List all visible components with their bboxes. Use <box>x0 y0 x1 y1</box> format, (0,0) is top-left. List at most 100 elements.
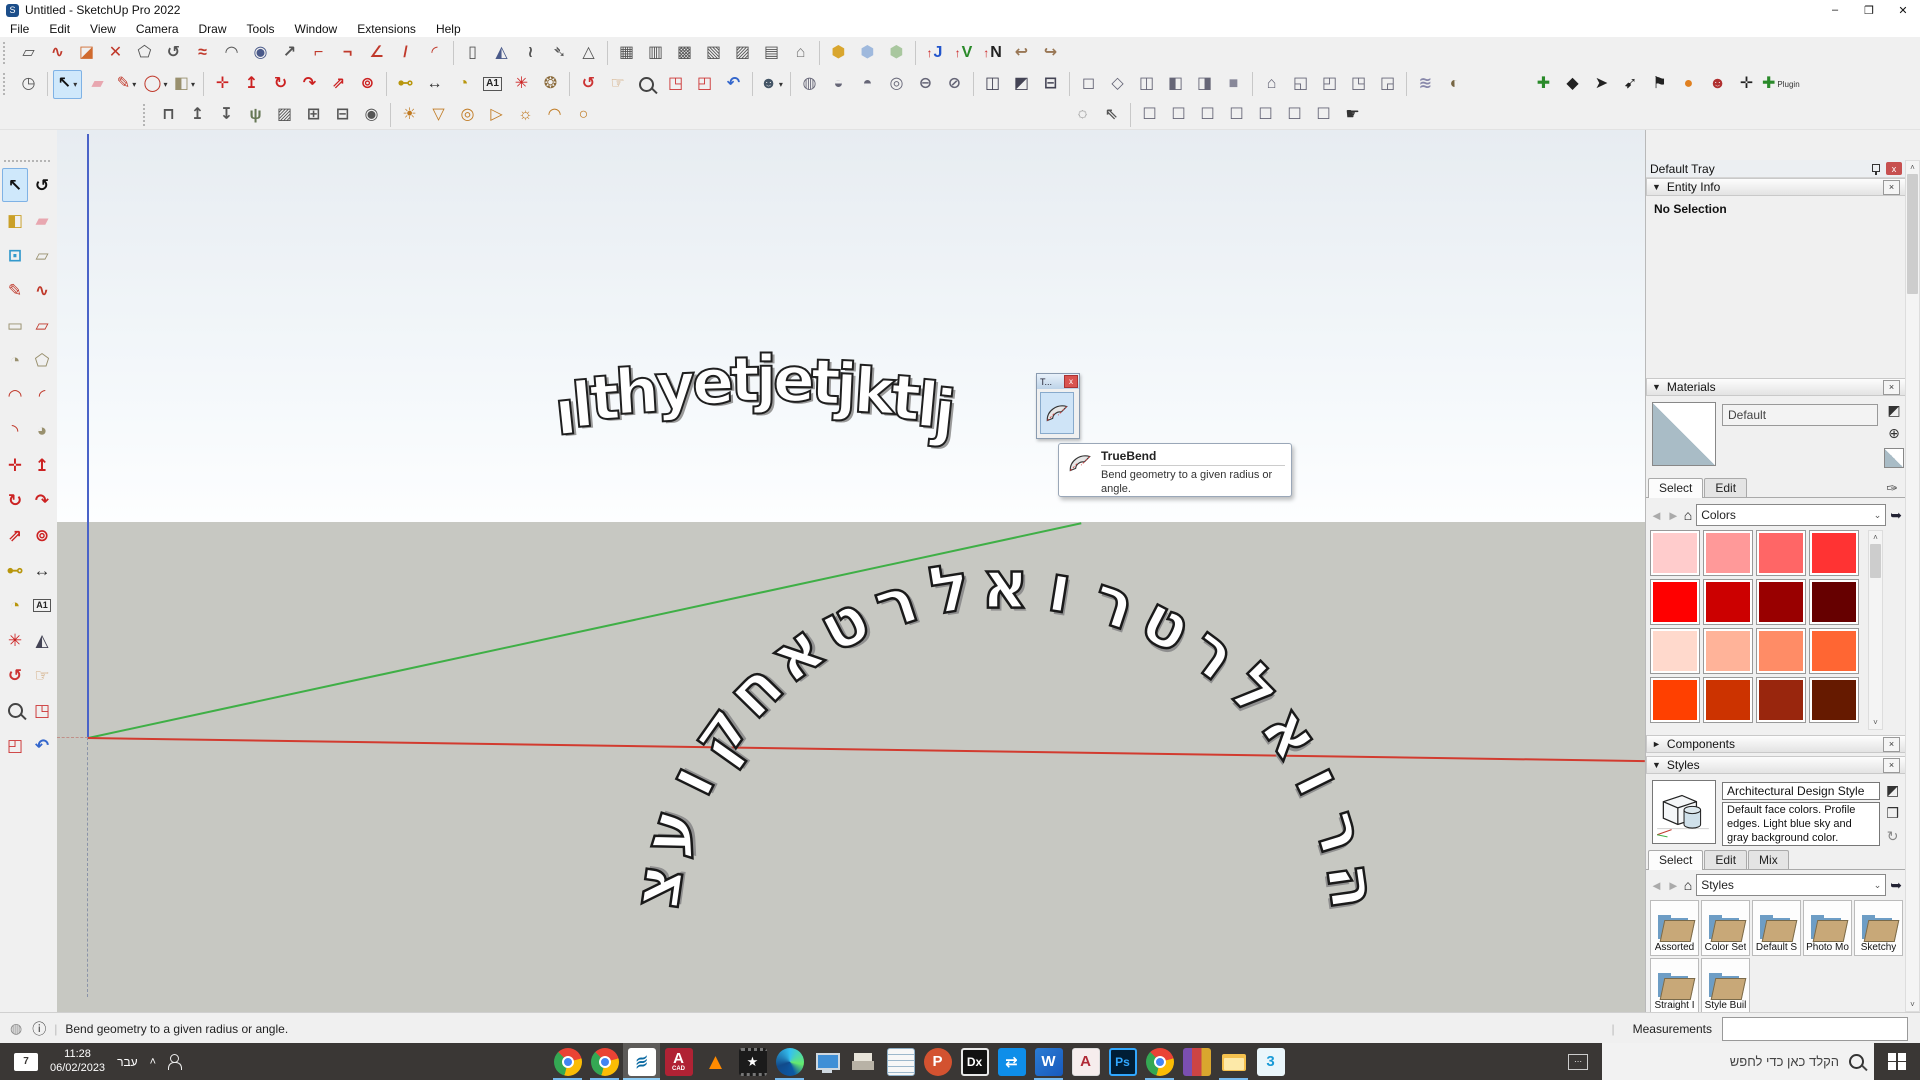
taskbar-app-file-explorer[interactable] <box>1215 1043 1252 1080</box>
styles-close-icon[interactable]: × <box>1883 758 1900 773</box>
color-swatch[interactable] <box>1809 579 1859 625</box>
taskbar-app-3ds-max[interactable]: 3 <box>1252 1043 1289 1080</box>
component-down-icon[interactable]: ↧ <box>213 101 240 128</box>
circle-select-icon[interactable]: ◌ <box>1069 101 1096 128</box>
style-monochrome-icon[interactable]: ■ <box>1220 71 1247 98</box>
viewport-3d[interactable]: ılthyetjetjktlj צעוקחאטרלאורטרלאורה T...… <box>57 130 1645 1012</box>
pin-icon[interactable] <box>1871 164 1880 173</box>
taskbar-app-edge[interactable] <box>771 1043 808 1080</box>
curve-points-icon[interactable]: ∿ <box>44 39 71 66</box>
color-swatch[interactable] <box>1756 579 1806 625</box>
circle-tool-icon[interactable]: ◔ <box>2 343 28 377</box>
fog-toggle-icon[interactable]: ≋ <box>1412 71 1439 98</box>
axes-tool-icon[interactable]: ✳ <box>2 623 28 657</box>
tray-title-bar[interactable]: Default Tray x <box>1646 160 1906 178</box>
taskbar-app-video-editor[interactable]: ★ <box>734 1043 771 1080</box>
collapse-arrow-icon[interactable]: ▼ <box>1652 382 1661 392</box>
taskbar-app-this-pc[interactable] <box>808 1043 845 1080</box>
taskbar-app-word[interactable]: W <box>1030 1043 1067 1080</box>
color-swatch[interactable] <box>1809 677 1859 723</box>
sign-in-icon[interactable]: ☻▾ <box>758 71 785 98</box>
bend-up-icon[interactable]: ↪ <box>1037 39 1064 66</box>
menu-tools[interactable]: Tools <box>237 22 285 36</box>
arrow-tool-icon[interactable]: ➤ <box>1588 71 1615 98</box>
wave-tool-icon[interactable]: ≀ <box>517 39 544 66</box>
solid-subtract-icon[interactable]: ◒ <box>825 71 852 98</box>
section-display-icon[interactable]: ◩ <box>1008 71 1035 98</box>
sphere-pin-icon[interactable]: ◉ <box>247 39 274 66</box>
tray-scrollbar[interactable]: ˄ ˅ <box>1905 160 1920 1012</box>
entity-info-header[interactable]: ▼ Entity Info × <box>1646 178 1906 196</box>
view-back-icon[interactable]: ◲ <box>1374 71 1401 98</box>
model-info-clock-icon[interactable]: ◷ <box>15 71 42 98</box>
protractor-tool-icon[interactable]: ◔ <box>450 71 477 98</box>
pan-tool-icon[interactable]: ☞ <box>604 71 631 98</box>
axes-tool-icon[interactable]: ✳ <box>508 71 535 98</box>
push-pull-tool-icon[interactable]: ↥ <box>29 448 55 482</box>
hatch-forward-icon[interactable]: ▨ <box>729 39 756 66</box>
lasso-tool-icon[interactable]: ↺ <box>29 168 55 202</box>
style-xray-icon[interactable]: ◻ <box>1075 71 1102 98</box>
materials-close-icon[interactable]: × <box>1883 380 1900 395</box>
style-folder[interactable]: Photo Mo <box>1803 900 1852 956</box>
color-swatch[interactable] <box>1703 677 1753 723</box>
funnel-tool-icon[interactable]: ▽ <box>425 101 452 128</box>
grid-window-icon[interactable]: ⊞ <box>300 101 327 128</box>
select-tool-icon[interactable]: ↖▾ <box>53 70 82 99</box>
box-style-4-icon[interactable]: ☐ <box>1223 101 1250 128</box>
fillet-corner-icon[interactable]: ¬ <box>334 39 361 66</box>
paint-wheel-icon[interactable]: ❂ <box>537 71 564 98</box>
language-indicator[interactable]: עבר <box>117 1055 138 1069</box>
rotate-tool-icon[interactable]: ↻ <box>2 483 28 517</box>
collapse-arrow-icon[interactable]: ▼ <box>1652 760 1661 770</box>
previous-view-icon[interactable]: ↶ <box>720 71 747 98</box>
person-scale-icon[interactable]: ☻ <box>1704 71 1731 98</box>
tab-select[interactable]: Select <box>1648 478 1703 498</box>
import-j-icon[interactable]: ↑J <box>921 39 948 66</box>
taskbar-app-chrome-3[interactable] <box>1141 1043 1178 1080</box>
color-swatch[interactable] <box>1703 530 1753 576</box>
frame-window-icon[interactable]: ⊟ <box>329 101 356 128</box>
refresh-icon[interactable]: ↻ <box>1887 828 1899 845</box>
view-right-icon[interactable]: ◳ <box>1345 71 1372 98</box>
people-icon[interactable] <box>168 1054 188 1070</box>
hatch-back-icon[interactable]: ▧ <box>700 39 727 66</box>
display-pane-icon[interactable]: ◩ <box>1886 782 1899 799</box>
toolbar-grip[interactable] <box>143 104 151 126</box>
angle-edge-icon[interactable]: ∠ <box>363 39 390 66</box>
zoom-extents-tool-icon[interactable]: ◰ <box>691 71 718 98</box>
scroll-thumb[interactable] <box>1907 174 1918 294</box>
prism-tool-icon[interactable]: ◭ <box>488 39 515 66</box>
materials-header[interactable]: ▼ Materials × <box>1646 378 1906 396</box>
minimize-button[interactable]: – <box>1818 1 1852 20</box>
taskbar-app-winrar[interactable] <box>1178 1043 1215 1080</box>
tab-edit[interactable]: Edit <box>1704 478 1747 497</box>
zoom-tool-icon[interactable] <box>633 71 660 98</box>
zoom-tool-icon[interactable] <box>2 693 28 727</box>
color-swatch[interactable] <box>1756 628 1806 674</box>
measurements-input[interactable] <box>1722 1017 1908 1041</box>
taskbar-app-notepad[interactable] <box>882 1043 919 1080</box>
line-tool-icon[interactable]: ✎ <box>2 273 28 307</box>
box-style-1-icon[interactable]: ☐ <box>1136 101 1163 128</box>
leaf-hatch-icon[interactable]: ▨ <box>271 101 298 128</box>
view-iso-icon[interactable]: ⌂ <box>1258 71 1285 98</box>
three-point-arc-tool-icon[interactable]: ◝ <box>2 413 28 447</box>
warehouse-table-icon[interactable]: ⊓ <box>155 101 182 128</box>
solid-trim-icon[interactable]: ◓ <box>854 71 881 98</box>
flag-tool-icon[interactable]: ⚑ <box>1646 71 1673 98</box>
cursor-plus-icon[interactable]: ✛ <box>1733 71 1760 98</box>
home-icon[interactable]: ⌂ <box>1684 877 1692 893</box>
info-icon[interactable]: ⓘ <box>32 1019 46 1039</box>
color-swatch[interactable] <box>1650 677 1700 723</box>
offset-tool-icon[interactable]: ⊚ <box>354 71 381 98</box>
grid-fill-icon[interactable]: ▦ <box>613 39 640 66</box>
ring-small-icon[interactable]: ○ <box>570 101 597 128</box>
taskbar-app-directx[interactable]: Dx <box>956 1043 993 1080</box>
move-tool-icon[interactable]: ✛ <box>2 448 28 482</box>
details-arrow-icon[interactable]: ➥ <box>1890 877 1902 894</box>
roof-peel-icon[interactable]: ⌂ <box>787 39 814 66</box>
color-swatch[interactable] <box>1756 677 1806 723</box>
kite-pin-icon[interactable]: ▷ <box>483 101 510 128</box>
box-style-6-icon[interactable]: ☐ <box>1281 101 1308 128</box>
